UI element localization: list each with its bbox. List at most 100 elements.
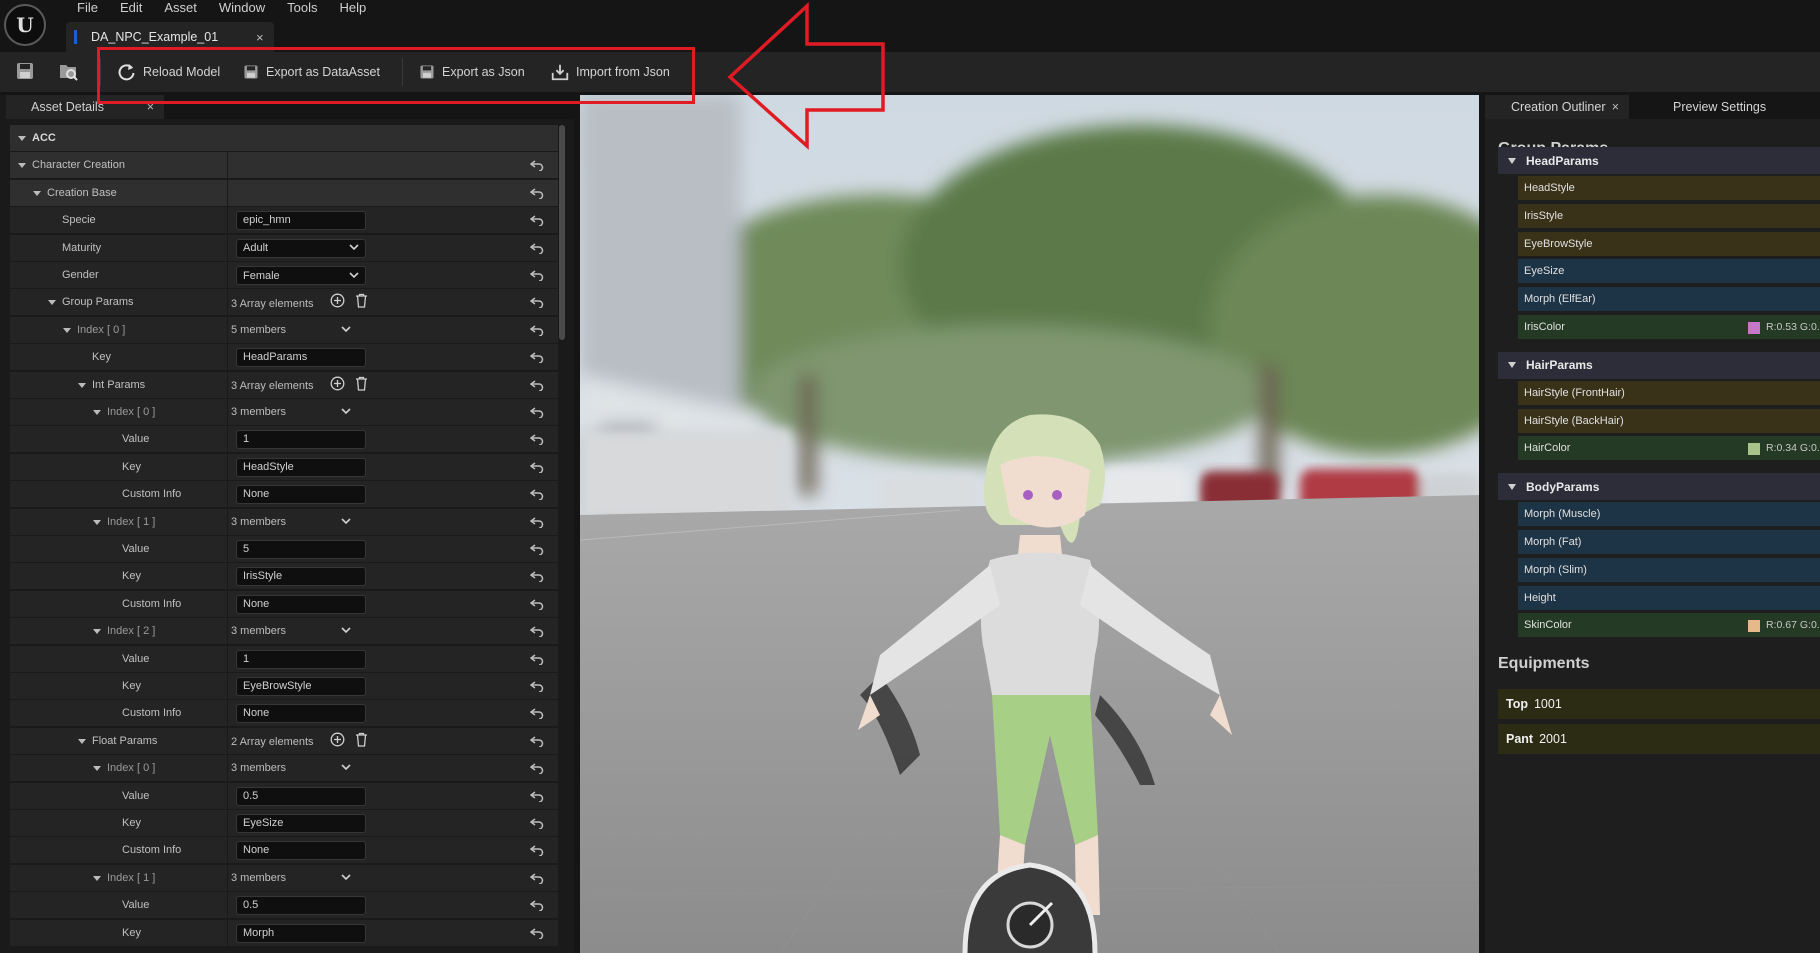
property-value-field[interactable]: epic_hmn — [236, 211, 366, 231]
menu-edit[interactable]: Edit — [109, 0, 153, 16]
reset-to-default-icon[interactable] — [529, 653, 544, 666]
property-row-custom-info[interactable]: Custom Info None — [10, 481, 558, 509]
param-item[interactable]: HairStyle (FrontHair) — [1518, 380, 1820, 405]
menu-asset[interactable]: Asset — [153, 0, 208, 16]
add-element-icon[interactable] — [330, 293, 345, 315]
chevron-down-icon[interactable] — [341, 869, 351, 888]
property-value-field[interactable]: None — [236, 704, 366, 724]
collapse-arrow-icon[interactable] — [1508, 362, 1516, 369]
unreal-logo-icon[interactable]: U — [4, 4, 46, 46]
property-value-field[interactable]: None — [236, 594, 366, 614]
color-swatch[interactable] — [1748, 620, 1760, 633]
chevron-down-icon[interactable] — [341, 321, 351, 340]
param-item[interactable]: EyeBrowStyle — [1518, 231, 1820, 256]
param-item[interactable]: Morph (Fat) — [1518, 530, 1820, 554]
param-item[interactable]: Morph (ElfEar) — [1518, 287, 1820, 312]
reset-to-default-icon[interactable] — [529, 242, 544, 255]
close-tab-icon[interactable]: × — [1612, 100, 1619, 114]
property-row-custom-info[interactable]: Custom Info None — [10, 590, 558, 618]
expand-arrow-icon[interactable] — [78, 382, 86, 388]
menu-window[interactable]: Window — [208, 0, 276, 16]
param-item[interactable]: HairColor R:0.34 G:0.4 — [1518, 436, 1820, 461]
chevron-down-icon[interactable] — [341, 403, 351, 422]
property-row-group-params[interactable]: Group Params 3 Array elements — [10, 289, 558, 317]
category-acc[interactable]: ACC — [10, 125, 558, 152]
reset-to-default-icon[interactable] — [529, 324, 544, 337]
reset-to-default-icon[interactable] — [529, 872, 544, 885]
tab-creation-outliner[interactable]: Creation Outliner × — [1485, 95, 1629, 119]
expand-arrow-icon[interactable] — [93, 410, 101, 415]
property-value-field[interactable]: HeadParams — [236, 348, 366, 368]
reset-to-default-icon[interactable] — [529, 899, 544, 912]
equipment-top[interactable]: Top 1001 — [1498, 689, 1820, 720]
reset-to-default-icon[interactable] — [529, 927, 544, 940]
property-row-value[interactable]: Value 5 — [10, 536, 558, 563]
color-swatch[interactable] — [1748, 322, 1760, 334]
menu-help[interactable]: Help — [328, 0, 377, 16]
reset-to-default-icon[interactable] — [529, 296, 544, 310]
property-row-index-1[interactable]: Index [ 1 ] 3 members — [10, 508, 558, 536]
property-row-key[interactable]: Key EyeBrowStyle — [10, 673, 558, 700]
property-value-field[interactable]: None — [236, 485, 366, 505]
add-element-icon[interactable] — [330, 732, 345, 754]
details-scrollbar[interactable] — [559, 125, 565, 340]
property-row-key[interactable]: Key HeadParams — [10, 344, 558, 372]
expand-arrow-icon[interactable] — [18, 136, 26, 141]
property-dropdown[interactable]: Adult — [236, 238, 366, 258]
property-value-field[interactable]: Morph — [236, 923, 366, 943]
param-item[interactable]: Height — [1518, 585, 1820, 610]
reset-to-default-icon[interactable] — [529, 844, 544, 858]
reset-to-default-icon[interactable] — [529, 406, 544, 419]
param-item[interactable]: HairStyle (BackHair) — [1518, 408, 1820, 433]
chevron-down-icon[interactable] — [341, 513, 351, 532]
reset-to-default-icon[interactable] — [529, 433, 544, 447]
color-swatch[interactable] — [1748, 443, 1760, 456]
tab-preview-settings[interactable]: Preview Settings — [1673, 95, 1766, 119]
property-row-float-params[interactable]: Float Params 2 Array elements — [10, 727, 558, 755]
expand-arrow-icon[interactable] — [93, 519, 101, 525]
reset-to-default-icon[interactable] — [529, 488, 544, 501]
property-row-index-0[interactable]: Index [ 0 ] 3 members — [10, 755, 558, 783]
group-headparams[interactable]: HeadParams — [1498, 147, 1820, 174]
property-value-field[interactable]: 0.5 — [236, 896, 366, 916]
property-row-index-2[interactable]: Index [ 2 ] 3 members — [10, 618, 558, 646]
chevron-down-icon[interactable] — [341, 759, 351, 778]
chevron-down-icon[interactable] — [341, 622, 351, 641]
menu-tools[interactable]: Tools — [276, 0, 328, 16]
reset-to-default-icon[interactable] — [529, 598, 544, 611]
expand-arrow-icon[interactable] — [93, 875, 101, 881]
close-tab-icon[interactable]: × — [256, 30, 274, 45]
property-value-field[interactable]: EyeSize — [236, 814, 366, 833]
reset-to-default-icon[interactable] — [529, 735, 544, 748]
property-row-index-1[interactable]: Index [ 1 ] 3 members — [10, 864, 558, 892]
property-row-gender[interactable]: Gender Female — [10, 262, 558, 289]
expand-arrow-icon[interactable] — [48, 300, 56, 306]
menu-file[interactable]: File — [66, 0, 109, 16]
param-item[interactable]: EyeSize — [1518, 259, 1820, 284]
expand-arrow-icon[interactable] — [78, 738, 86, 744]
collapse-arrow-icon[interactable] — [1508, 157, 1516, 164]
param-item[interactable]: Morph (Muscle) — [1518, 502, 1820, 527]
preview-viewport[interactable] — [580, 95, 1479, 953]
property-value-field[interactable]: 0.5 — [236, 786, 366, 806]
expand-arrow-icon[interactable] — [33, 190, 41, 196]
reset-to-default-icon[interactable] — [529, 625, 544, 638]
property-row-character-creation[interactable]: Character Creation — [10, 152, 558, 180]
param-item[interactable]: HeadStyle — [1518, 176, 1820, 200]
reset-to-default-icon[interactable] — [529, 351, 544, 364]
property-value-field[interactable]: HeadStyle — [236, 457, 366, 477]
reset-to-default-icon[interactable] — [529, 187, 544, 200]
property-value-field[interactable]: 1 — [236, 430, 366, 450]
collapse-arrow-icon[interactable] — [1508, 483, 1516, 490]
property-row-value[interactable]: Value 1 — [10, 645, 558, 673]
expand-arrow-icon[interactable] — [63, 327, 71, 333]
property-row-key[interactable]: Key HeadStyle — [10, 453, 558, 481]
property-row-key[interactable]: Key EyeSize — [10, 810, 558, 837]
group-hairparams[interactable]: HairParams — [1498, 351, 1820, 379]
property-row-key[interactable]: Key IrisStyle — [10, 563, 558, 591]
reset-to-default-icon[interactable] — [529, 762, 544, 775]
trash-icon[interactable] — [355, 293, 368, 315]
reset-to-default-icon[interactable] — [529, 680, 544, 693]
expand-arrow-icon[interactable] — [18, 163, 26, 169]
property-row-index-0[interactable]: Index [ 0 ] 5 members — [10, 316, 558, 344]
